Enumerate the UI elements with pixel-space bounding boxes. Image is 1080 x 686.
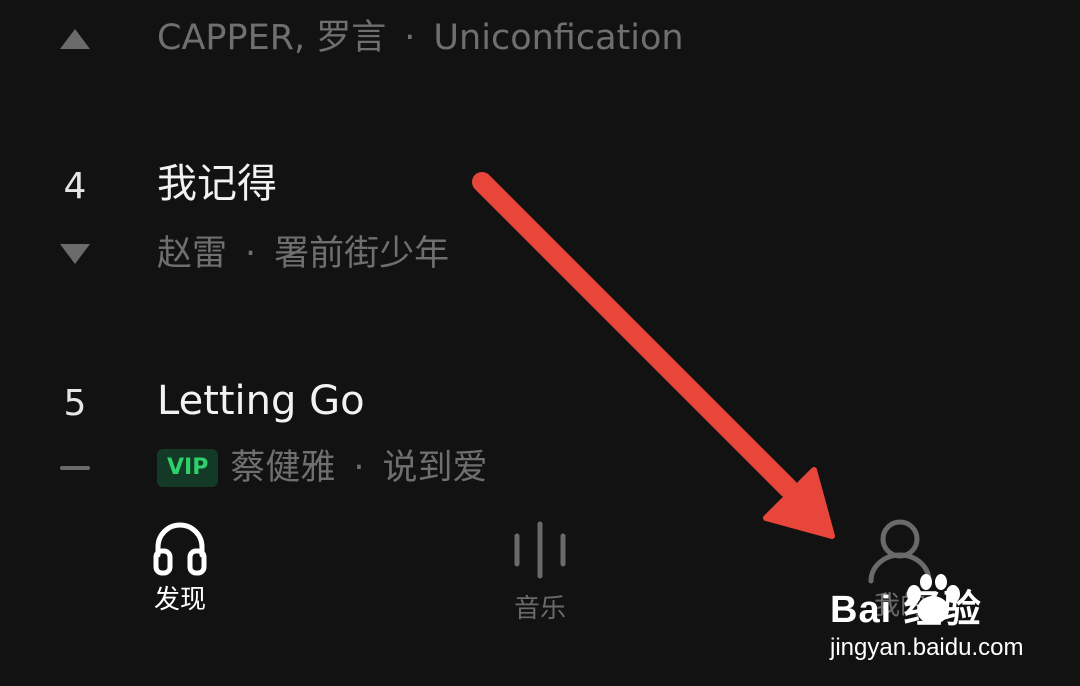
rank-number: 5 [63,383,87,424]
vip-badge: VIP [157,449,219,487]
sound-bars-icon [514,521,566,579]
song-title: Letting Go [157,378,365,424]
song-meta: 赵雷 · 署前街少年 [157,232,449,276]
watermark-url: jingyan.baidu.com [830,634,1024,661]
meta-separator: · [353,448,365,488]
song-artist: 赵雷 [157,234,228,274]
meta-separator: · [245,234,257,274]
rank-number: 4 [63,166,87,207]
song-artist: CAPPER, 罗言 [157,18,387,58]
tab-discover[interactable]: 发现 [110,515,250,617]
song-album: Uniconfication [433,18,684,58]
song-artist: 蔡健雅 [230,448,336,488]
trend-down-icon [40,239,110,269]
tab-music[interactable]: 音乐 [470,520,610,626]
tab-label: 音乐 [513,594,566,624]
trend-up-icon [40,24,110,54]
song-meta: CAPPER, 罗言 · Uniconfication [157,16,684,60]
headphones-icon [153,522,207,576]
watermark-logo: Bai 经验 [830,589,982,631]
tab-label: 发现 [153,585,206,615]
meta-separator: · [404,18,416,58]
song-album: 署前街少年 [274,234,450,274]
trend-same-icon [40,453,110,483]
song-title: 我记得 [157,161,277,207]
song-meta: VIP 蔡健雅 · 说到爱 [157,446,488,490]
song-album: 说到爱 [382,448,488,488]
baidu-watermark: Bai 经验 jingyan.baidu.com [826,572,1076,672]
